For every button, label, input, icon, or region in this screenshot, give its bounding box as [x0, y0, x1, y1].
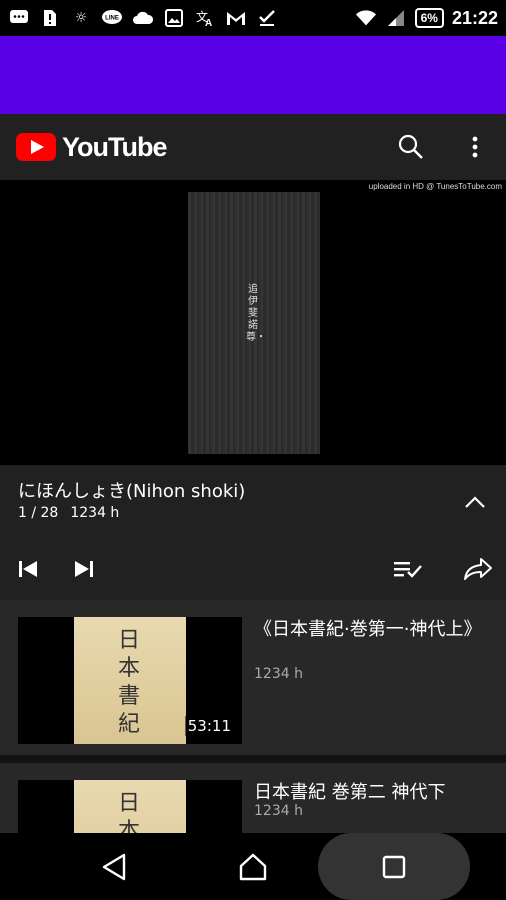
video-thumbnail[interactable]: 日本書紀 53:11	[18, 617, 242, 744]
thumbnail-text: 日本書	[117, 791, 140, 833]
translate-icon: 文A	[194, 8, 216, 28]
chat-icon	[8, 8, 30, 28]
image-icon	[163, 8, 185, 28]
search-icon	[398, 134, 423, 159]
chevron-up-icon	[465, 496, 485, 508]
search-button[interactable]	[396, 132, 426, 162]
playlist-items: 日本書紀 53:11 《日本書紀·巻第一·神代上》 1234 h 日本書 日本書…	[0, 600, 506, 833]
more-options-button[interactable]	[460, 132, 490, 162]
next-button[interactable]	[68, 553, 100, 585]
cloud-icon	[132, 8, 154, 28]
sim-alert-icon	[39, 8, 61, 28]
recents-button[interactable]	[354, 833, 434, 900]
status-bar-band	[0, 36, 506, 114]
signal-icon	[385, 8, 407, 28]
svg-text:LINE: LINE	[105, 16, 119, 22]
svg-text:A: A	[205, 18, 212, 27]
previous-icon	[19, 561, 37, 577]
status-bar: ☼ LINE 文A 6% 21:22	[0, 0, 506, 36]
playlist-panel: にほんしょき(Nihon shoki) 1 / 28 1234 h	[0, 465, 506, 600]
video-frame-scroll: 追伊斐諾尊・	[188, 192, 320, 454]
playlist-meta: 1 / 28 1234 h	[18, 505, 119, 521]
playlist-controls	[0, 549, 506, 589]
youtube-logo[interactable]: YouTube	[16, 131, 167, 163]
list-item[interactable]: 日本書 日本書紀 巻第二 神代下 1234 h	[0, 763, 506, 833]
check-icon	[256, 8, 278, 28]
video-player[interactable]: uploaded in HD @ TunesToTube.com 追伊斐諾尊・	[0, 180, 506, 465]
share-icon	[464, 558, 492, 580]
playlist-add-check-icon	[394, 562, 422, 578]
video-views: 1234 h	[254, 666, 303, 682]
previous-button[interactable]	[12, 553, 44, 585]
list-item[interactable]: 日本書紀 53:11 《日本書紀·巻第一·神代上》 1234 h	[0, 600, 506, 755]
duration-badge: 53:11	[184, 716, 234, 736]
playlist-title: にほんしょき(Nihon shoki)	[18, 481, 246, 502]
collapse-button[interactable]	[460, 487, 490, 517]
brightness-icon: ☼	[74, 10, 88, 26]
save-playlist-button[interactable]	[392, 553, 424, 585]
next-icon	[75, 561, 93, 577]
back-icon	[102, 853, 126, 880]
home-button[interactable]	[213, 833, 293, 900]
line-icon: LINE	[101, 8, 123, 28]
youtube-play-icon	[16, 133, 56, 161]
home-icon	[239, 853, 267, 880]
battery-indicator: 6%	[414, 8, 444, 28]
navigation-bar	[0, 833, 506, 900]
video-title: 日本書紀 巻第二 神代下	[254, 782, 446, 803]
playlist-position: 1 / 28	[18, 505, 59, 521]
video-views: 1234 h	[254, 803, 303, 819]
playlist-views: 1234 h	[70, 505, 120, 521]
back-button[interactable]	[74, 833, 154, 900]
youtube-wordmark: YouTube	[62, 131, 167, 162]
thumbnail-text: 日本書紀	[117, 628, 140, 737]
wifi-icon	[355, 8, 377, 28]
app-bar: YouTube	[0, 114, 506, 180]
recents-icon	[382, 855, 406, 878]
video-thumbnail[interactable]: 日本書	[18, 780, 242, 833]
share-button[interactable]	[462, 553, 494, 585]
thumbnail-paper: 日本書	[74, 780, 186, 833]
scroll-text: 追伊斐諾尊・	[246, 284, 266, 343]
more-vert-icon	[472, 136, 478, 158]
gmail-icon	[225, 8, 247, 28]
clock: 21:22	[451, 7, 498, 28]
video-watermark: uploaded in HD @ TunesToTube.com	[368, 182, 502, 191]
video-title: 《日本書紀·巻第一·神代上》	[254, 619, 482, 640]
thumbnail-paper: 日本書紀	[74, 617, 186, 744]
